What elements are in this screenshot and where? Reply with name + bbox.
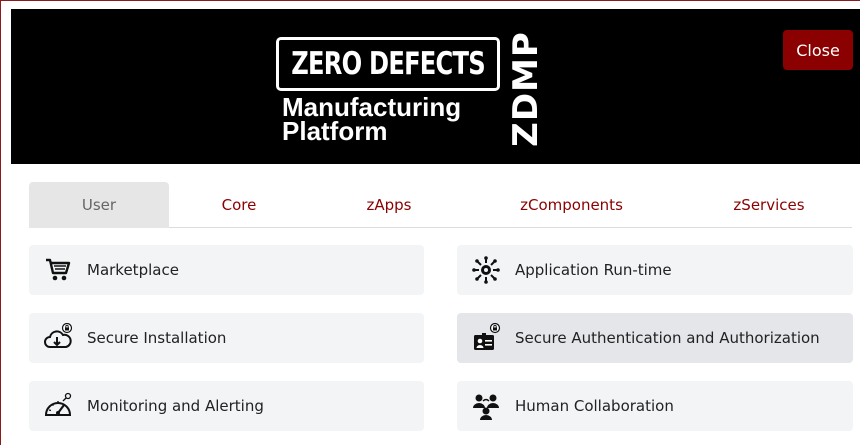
tab-zcomponents[interactable]: zComponents (499, 182, 644, 228)
list-item-human-collaboration[interactable]: Human Collaboration (457, 381, 853, 431)
item-label: Human Collaboration (515, 397, 674, 415)
list-item-secure-installation[interactable]: Secure Installation (29, 313, 424, 363)
close-button[interactable]: Close (783, 30, 853, 70)
logo-vertical-text-box: ZDMP (506, 30, 547, 147)
item-label: Application Run-time (515, 261, 672, 279)
tab-zapps[interactable]: zApps (334, 182, 444, 228)
tab-bar: User Core zApps zComponents zServices (29, 182, 852, 228)
item-label: Monitoring and Alerting (87, 397, 264, 415)
zdmp-logo: ZERO DEFECTS Manufacturing Platform ZDMP (276, 31, 566, 156)
tab-zservices[interactable]: zServices (709, 182, 829, 228)
speedometer-icon (44, 392, 72, 416)
item-label: Secure Authentication and Authorization (515, 329, 820, 347)
list-item-secure-authentication[interactable]: Secure Authentication and Authorization (457, 313, 853, 363)
id-card-lock-icon (474, 323, 501, 350)
tab-core[interactable]: Core (184, 182, 294, 228)
gear-network-icon (472, 256, 500, 284)
item-label: Marketplace (87, 261, 179, 279)
logo-vertical-text: ZDMP (506, 30, 547, 147)
logo-title: ZERO DEFECTS (291, 46, 485, 82)
list-item-monitoring-alerting[interactable]: Monitoring and Alerting (29, 381, 424, 431)
logo-title-box: ZERO DEFECTS (276, 37, 500, 91)
cloud-download-lock-icon (44, 323, 73, 348)
list-item-marketplace[interactable]: Marketplace (29, 245, 424, 295)
item-label: Secure Installation (87, 329, 227, 347)
tab-user[interactable]: User (29, 182, 169, 228)
header-banner: ZERO DEFECTS Manufacturing Platform ZDMP… (11, 9, 860, 164)
cart-icon (46, 258, 71, 281)
list-item-application-runtime[interactable]: Application Run-time (457, 245, 853, 295)
people-collaboration-icon (473, 394, 499, 420)
modal-frame: ZERO DEFECTS Manufacturing Platform ZDMP… (0, 0, 860, 445)
logo-subtitle-line2: Platform (282, 116, 388, 146)
